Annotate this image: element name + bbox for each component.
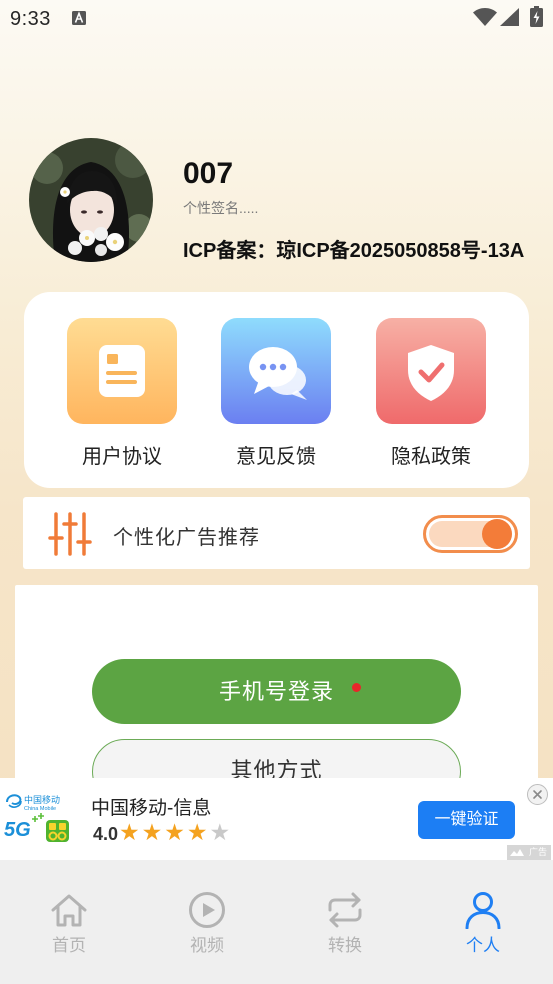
star-filled-icon: ★ <box>164 819 187 845</box>
nav-label-convert: 转换 <box>328 936 362 955</box>
star-filled-icon: ★ <box>186 819 210 845</box>
avatar-photo <box>29 138 153 262</box>
ad-tag-label: 广告 <box>528 847 547 857</box>
person-icon <box>465 892 501 929</box>
avatar[interactable] <box>29 138 153 262</box>
toggle-knob <box>482 519 512 549</box>
status-bar: 9:33 <box>0 0 553 36</box>
ad-close-button[interactable] <box>527 784 548 805</box>
icp-filing-text: ICP备案：琼ICP备2025050858号-13A <box>183 240 525 262</box>
feedback-label: 意见反馈 <box>236 446 316 468</box>
profile-signature[interactable]: 个性签名..... <box>183 198 258 218</box>
star-empty-icon: ★ <box>209 819 233 845</box>
ad-banner[interactable]: 中国移动 China Mobile 5G 中国移动-信息 4.0 ★★★★★ 一… <box>0 778 553 860</box>
china-mobile-logo: 中国移动 China Mobile 5G <box>4 794 69 842</box>
chat-icon <box>249 347 307 400</box>
privacy-policy-label: 隐私政策 <box>391 446 471 468</box>
nav-item-convert[interactable]: 转换 <box>276 860 414 984</box>
phone-login-button[interactable]: 手机号登录 <box>92 659 461 724</box>
shield-check-icon <box>408 345 454 401</box>
rating-stars: ★★★★★ <box>119 819 232 846</box>
a-notification-icon <box>72 11 86 25</box>
battery-charging-icon <box>530 6 543 27</box>
shortcuts-card: 用户协议 意见反馈 隐私政策 <box>24 292 529 488</box>
logo-cn-text: 中国移动 <box>24 794 60 805</box>
document-icon <box>99 345 145 397</box>
logo-en-text: China Mobile <box>24 806 56 812</box>
nav-item-video[interactable]: 视频 <box>138 860 276 984</box>
user-agreement-button[interactable] <box>67 318 177 424</box>
nav-item-home[interactable]: 首页 <box>0 860 138 984</box>
signal-icon <box>500 8 519 26</box>
home-icon <box>51 894 87 927</box>
nav-label-home: 首页 <box>52 936 86 955</box>
user-agreement-label: 用户协议 <box>82 446 162 468</box>
play-icon <box>189 892 225 928</box>
star-filled-icon: ★ <box>141 819 165 845</box>
notification-dot <box>352 683 361 692</box>
ad-rating-value: 4.0 <box>93 824 119 844</box>
bottom-nav: 首页 视频 转换 个人 <box>0 860 553 984</box>
logo-5g-text: 5G <box>4 819 31 841</box>
ad-verify-button[interactable]: 一键验证 <box>418 801 515 839</box>
privacy-policy-button[interactable] <box>376 318 486 424</box>
repeat-icon <box>328 892 362 928</box>
wifi-icon <box>473 8 497 26</box>
personalized-ad-row: 个性化广告推荐 <box>23 497 530 569</box>
personalized-ad-label: 个性化广告推荐 <box>113 527 260 549</box>
nav-item-profile[interactable]: 个人 <box>414 860 552 984</box>
status-time: 9:33 <box>10 8 51 30</box>
nav-label-video: 视频 <box>190 936 224 955</box>
close-icon <box>533 790 542 799</box>
ad-title: 中国移动-信息 <box>91 798 212 819</box>
feedback-button[interactable] <box>221 318 331 424</box>
ad-tag: 广告 <box>507 845 551 860</box>
personalized-ad-toggle[interactable] <box>423 515 518 553</box>
profile-name: 007 <box>183 157 234 190</box>
nav-label-profile: 个人 <box>466 936 500 955</box>
star-filled-icon: ★ <box>119 819 142 845</box>
sliders-icon <box>48 512 92 556</box>
ad-brand-icon <box>510 849 524 856</box>
